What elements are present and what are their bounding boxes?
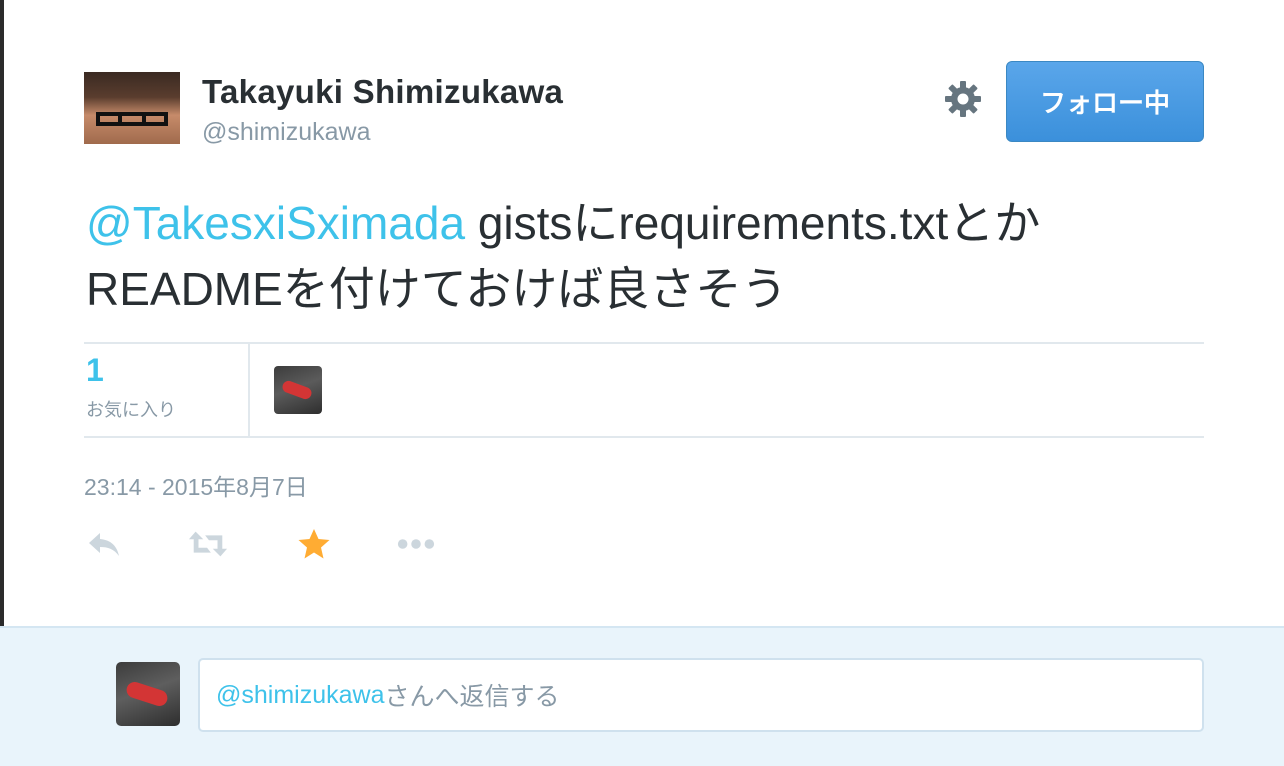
avatar-figure: [280, 379, 314, 401]
more-icon[interactable]: [396, 526, 436, 562]
favorite-count-label[interactable]: お気に入り: [86, 396, 176, 422]
favorite-star-icon[interactable]: [294, 526, 334, 562]
tweet-text: @TakesxiSximada gistsにrequirements.txtとか…: [86, 190, 1196, 322]
tweet-permalink: Takayuki Shimizukawa @shimizukawa フォロー中 …: [0, 0, 1284, 626]
reply-composer: @shimizukawa さんへ返信する: [0, 626, 1284, 766]
tweet-timestamp[interactable]: 23:14 - 2015年8月7日: [84, 468, 308, 502]
avatar-glasses: [96, 112, 168, 126]
gear-icon[interactable]: [944, 80, 982, 118]
author-fullname[interactable]: Takayuki Shimizukawa: [202, 73, 563, 111]
stats-divider-bottom: [84, 436, 1204, 438]
reply-placeholder: さんへ返信する: [384, 683, 560, 711]
author-avatar[interactable]: [84, 72, 180, 144]
favoriter-avatar[interactable]: [274, 366, 322, 414]
stats-divider-top: [84, 342, 1204, 344]
current-user-avatar: [116, 662, 180, 726]
favorite-count[interactable]: 1: [86, 352, 104, 389]
reply-input[interactable]: @shimizukawa さんへ返信する: [198, 658, 1204, 732]
following-button[interactable]: フォロー中: [1006, 61, 1204, 142]
reply-icon[interactable]: [84, 526, 124, 562]
author-handle[interactable]: @shimizukawa: [202, 118, 370, 147]
tweet-mention-link[interactable]: @TakesxiSximada: [86, 197, 465, 249]
avatar-figure: [124, 679, 170, 709]
retweet-icon[interactable]: [188, 526, 228, 562]
reply-mention: @shimizukawa: [216, 680, 385, 709]
stats-divider-vertical: [248, 344, 250, 436]
